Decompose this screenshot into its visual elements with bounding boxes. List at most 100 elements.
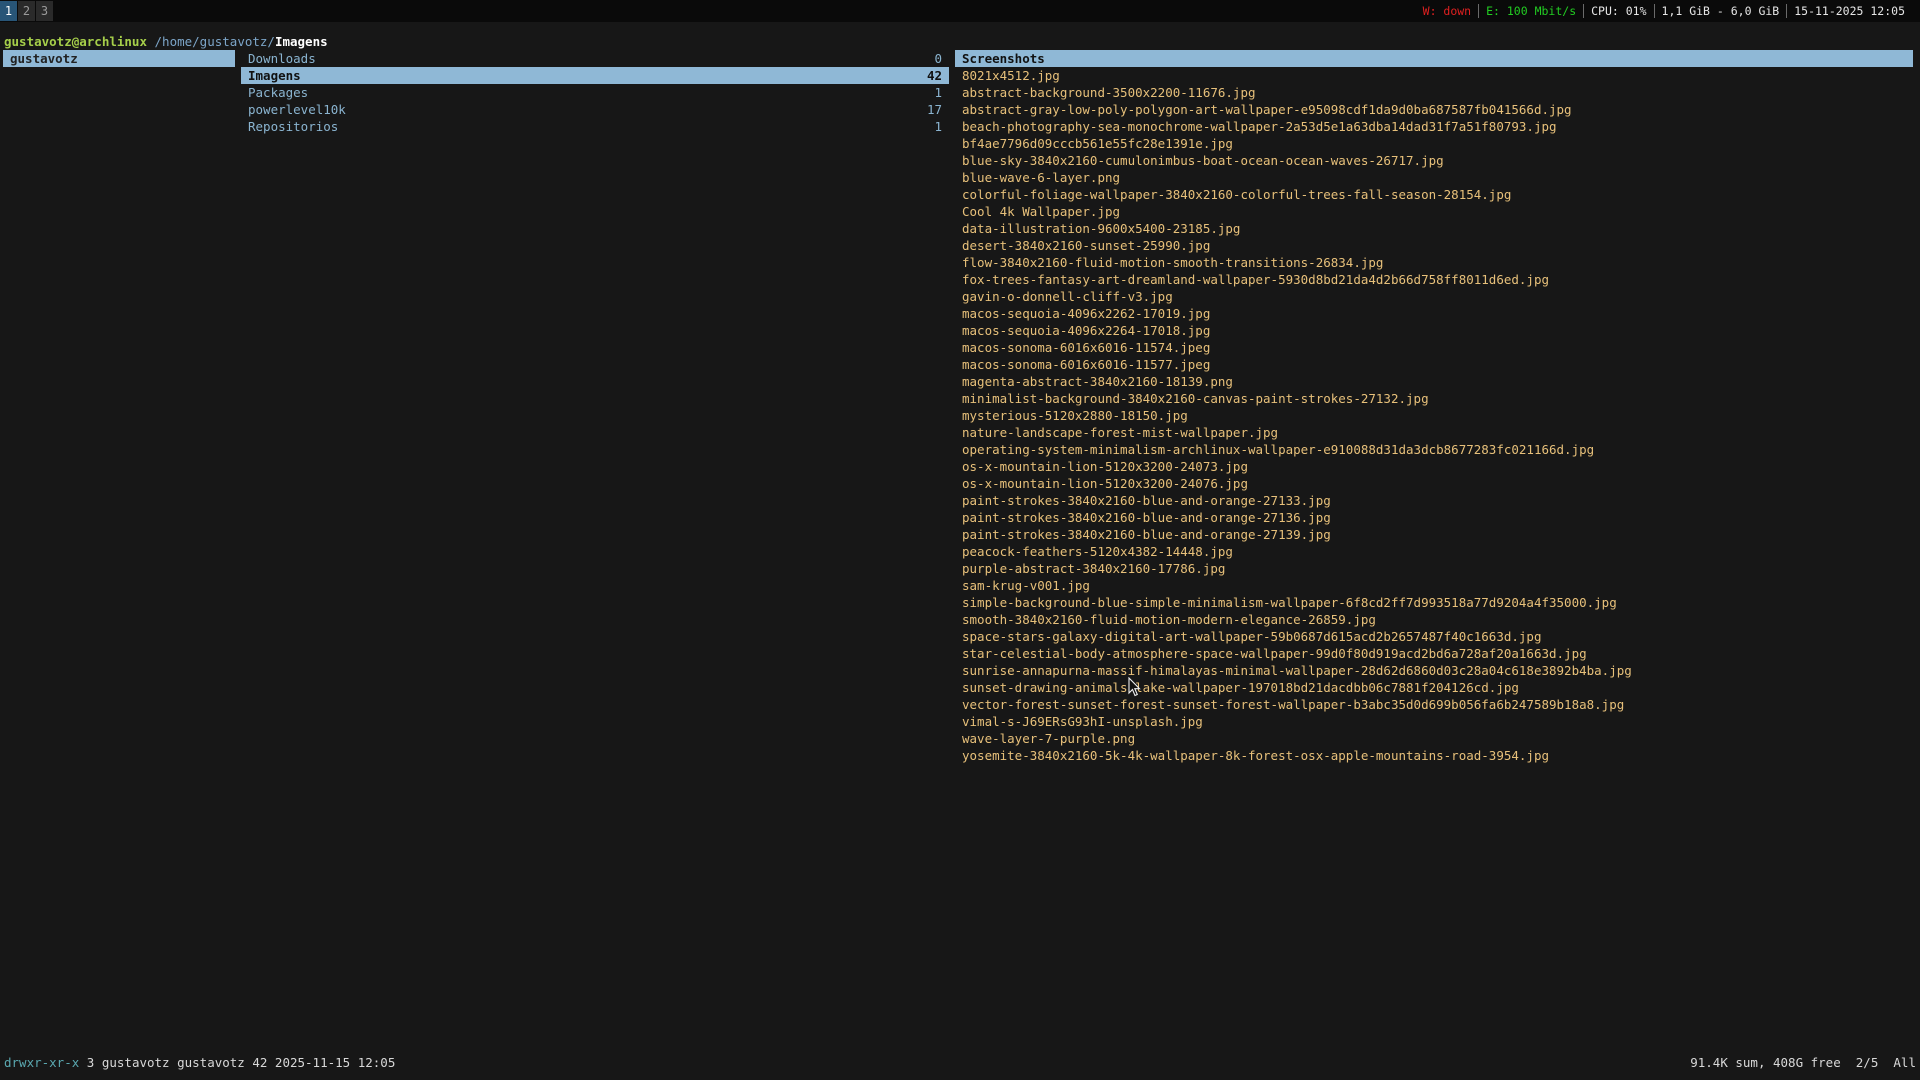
dir-item[interactable]: Packages 1 — [241, 84, 949, 101]
path-current: Imagens — [274, 34, 328, 49]
file-name: macos-sonoma-6016x6016-11574.jpeg — [962, 340, 1211, 355]
file-item[interactable]: Cool 4k Wallpaper.jpg — [955, 203, 1913, 220]
preview-column: Screenshots 8021x4512.jpg abstract-backgr… — [955, 50, 1913, 764]
mouse-cursor-icon — [1128, 677, 1141, 697]
file-item[interactable]: operating-system-minimalism-archlinux-wa… — [955, 441, 1913, 458]
file-name: flow-3840x2160-fluid-motion-smooth-trans… — [962, 255, 1384, 270]
file-item[interactable]: paint-strokes-3840x2160-blue-and-orange-… — [955, 526, 1913, 543]
workspace-1-button[interactable]: 1 — [0, 1, 17, 21]
file-item[interactable]: purple-abstract-3840x2160-17786.jpg — [955, 560, 1913, 577]
file-item[interactable]: os-x-mountain-lion-5120x3200-24076.jpg — [955, 475, 1913, 492]
file-name: mysterious-5120x2880-18150.jpg — [962, 408, 1188, 423]
file-item[interactable]: minimalist-background-3840x2160-canvas-p… — [955, 390, 1913, 407]
file-item[interactable]: vimal-s-J69ERsG93hI-unsplash.jpg — [955, 713, 1913, 730]
file-name: wave-layer-7-purple.png — [962, 731, 1136, 746]
file-name: vimal-s-J69ERsG93hI-unsplash.jpg — [962, 714, 1203, 729]
file-item[interactable]: sunrise-annapurna-massif-himalayas-minim… — [955, 662, 1913, 679]
file-info: 3 gustavotz gustavotz 42 2025-11-15 12:0… — [79, 1055, 396, 1070]
file-item[interactable]: beach-photography-sea-monochrome-wallpap… — [955, 118, 1913, 135]
file-item[interactable]: star-celestial-body-atmosphere-space-wal… — [955, 645, 1913, 662]
path-header: gustavotz@archlinux /home/gustavotz/Imag… — [4, 34, 328, 49]
workspace-2-button[interactable]: 2 — [18, 1, 35, 21]
wifi-status: W: down — [1422, 4, 1472, 18]
file-name: paint-strokes-3840x2160-blue-and-orange-… — [962, 493, 1331, 508]
file-item[interactable]: blue-sky-3840x2160-cumulonimbus-boat-oce… — [955, 152, 1913, 169]
file-item[interactable]: sam-krug-v001.jpg — [955, 577, 1913, 594]
file-name: data-illustration-9600x5400-23185.jpg — [962, 221, 1241, 236]
dir-item[interactable]: Repositorios 1 — [241, 118, 949, 135]
file-item[interactable]: nature-landscape-forest-mist-wallpaper.j… — [955, 424, 1913, 441]
file-item[interactable]: paint-strokes-3840x2160-blue-and-orange-… — [955, 492, 1913, 509]
file-item[interactable]: gavin-o-donnell-cliff-v3.jpg — [955, 288, 1913, 305]
file-item[interactable]: simple-background-blue-simple-minimalism… — [955, 594, 1913, 611]
file-name: operating-system-minimalism-archlinux-wa… — [962, 442, 1595, 457]
dir-count: 1 — [934, 119, 942, 134]
file-item[interactable]: macos-sonoma-6016x6016-11577.jpeg — [955, 356, 1913, 373]
file-name: desert-3840x2160-sunset-25990.jpg — [962, 238, 1211, 253]
file-name: os-x-mountain-lion-5120x3200-24073.jpg — [962, 459, 1248, 474]
dir-item[interactable]: Downloads 0 — [241, 50, 949, 67]
file-name: bf4ae7796d09cccb561e55fc28e1391e.jpg — [962, 136, 1233, 151]
file-item[interactable]: data-illustration-9600x5400-23185.jpg — [955, 220, 1913, 237]
file-name: purple-abstract-3840x2160-17786.jpg — [962, 561, 1226, 576]
file-item[interactable]: macos-sequoia-4096x2264-17018.jpg — [955, 322, 1913, 339]
file-item[interactable]: mysterious-5120x2880-18150.jpg — [955, 407, 1913, 424]
file-name: paint-strokes-3840x2160-blue-and-orange-… — [962, 510, 1331, 525]
file-item[interactable]: fox-trees-fantasy-art-dreamland-wallpape… — [955, 271, 1913, 288]
file-item[interactable]: abstract-gray-low-poly-polygon-art-wallp… — [955, 101, 1913, 118]
file-item[interactable]: macos-sonoma-6016x6016-11574.jpeg — [955, 339, 1913, 356]
memory-status: 1,1 GiB - 6,0 GiB — [1661, 4, 1780, 18]
file-name: os-x-mountain-lion-5120x3200-24076.jpg — [962, 476, 1248, 491]
preview-dir-label: Screenshots — [962, 51, 1045, 66]
dir-count: 1 — [934, 85, 942, 100]
file-item[interactable]: magenta-abstract-3840x2160-18139.png — [955, 373, 1913, 390]
workspace-3-button[interactable]: 3 — [36, 1, 53, 21]
dir-name: powerlevel10k — [248, 102, 346, 117]
file-name: sunrise-annapurna-massif-himalayas-minim… — [962, 663, 1632, 678]
file-item[interactable]: space-stars-galaxy-digital-art-wallpaper… — [955, 628, 1913, 645]
file-name: sam-krug-v001.jpg — [962, 578, 1090, 593]
top-bar: 1 2 3 W: down E: 100 Mbit/s CPU: 01% 1,1… — [0, 0, 1920, 22]
file-item[interactable]: 8021x4512.jpg — [955, 67, 1913, 84]
file-item[interactable]: flow-3840x2160-fluid-motion-smooth-trans… — [955, 254, 1913, 271]
file-item[interactable]: abstract-background-3500x2200-11676.jpg — [955, 84, 1913, 101]
dir-item[interactable]: Imagens 42 — [241, 67, 949, 84]
dir-item[interactable]: powerlevel10k 17 — [241, 101, 949, 118]
dir-count: 0 — [934, 51, 942, 66]
path-directory: /home/gustavotz/ — [154, 34, 275, 49]
file-name: star-celestial-body-atmosphere-space-wal… — [962, 646, 1587, 661]
file-name: fox-trees-fantasy-art-dreamland-wallpape… — [962, 272, 1549, 287]
file-item[interactable]: peacock-feathers-5120x4382-14448.jpg — [955, 543, 1913, 560]
permissions: drwxr-xr-x — [4, 1055, 80, 1070]
file-name: vector-forest-sunset-forest-sunset-fores… — [962, 697, 1625, 712]
dir-name: Imagens — [248, 68, 301, 83]
file-item[interactable]: colorful-foliage-wallpaper-3840x2160-col… — [955, 186, 1913, 203]
file-item[interactable]: desert-3840x2160-sunset-25990.jpg — [955, 237, 1913, 254]
parent-dir-item[interactable]: gustavotz — [3, 50, 235, 67]
user-host: gustavotz@archlinux — [4, 34, 147, 49]
status-line: drwxr-xr-x 3 gustavotz gustavotz 42 2025… — [4, 1055, 1916, 1071]
file-item[interactable]: os-x-mountain-lion-5120x3200-24073.jpg — [955, 458, 1913, 475]
file-name: sunset-drawing-animals-lake-wallpaper-19… — [962, 680, 1519, 695]
file-item[interactable]: wave-layer-7-purple.png — [955, 730, 1913, 747]
file-name: 8021x4512.jpg — [962, 68, 1060, 83]
file-item[interactable]: macos-sequoia-4096x2262-17019.jpg — [955, 305, 1913, 322]
dir-name: Packages — [248, 85, 309, 100]
dir-name: Repositorios — [248, 119, 339, 134]
file-item[interactable]: sunset-drawing-animals-lake-wallpaper-19… — [955, 679, 1913, 696]
dir-name: Downloads — [248, 51, 316, 66]
file-name: macos-sequoia-4096x2264-17018.jpg — [962, 323, 1211, 338]
file-item[interactable]: bf4ae7796d09cccb561e55fc28e1391e.jpg — [955, 135, 1913, 152]
file-item[interactable]: paint-strokes-3840x2160-blue-and-orange-… — [955, 509, 1913, 526]
current-column: Downloads 0 Imagens 42 Packages 1 powerlevel10… — [241, 50, 949, 135]
file-item[interactable]: blue-wave-6-layer.png — [955, 169, 1913, 186]
file-name: macos-sequoia-4096x2262-17019.jpg — [962, 306, 1211, 321]
file-item[interactable]: smooth-3840x2160-fluid-motion-modern-ele… — [955, 611, 1913, 628]
file-name: abstract-background-3500x2200-11676.jpg — [962, 85, 1256, 100]
file-item[interactable]: vector-forest-sunset-forest-sunset-fores… — [955, 696, 1913, 713]
cpu-status: CPU: 01% — [1591, 4, 1647, 18]
preview-dir-item[interactable]: Screenshots — [955, 50, 1913, 67]
file-item[interactable]: yosemite-3840x2160-5k-4k-wallpaper-8k-fo… — [955, 747, 1913, 764]
file-name: beach-photography-sea-monochrome-wallpap… — [962, 119, 1557, 134]
file-name: abstract-gray-low-poly-polygon-art-wallp… — [962, 102, 1572, 117]
